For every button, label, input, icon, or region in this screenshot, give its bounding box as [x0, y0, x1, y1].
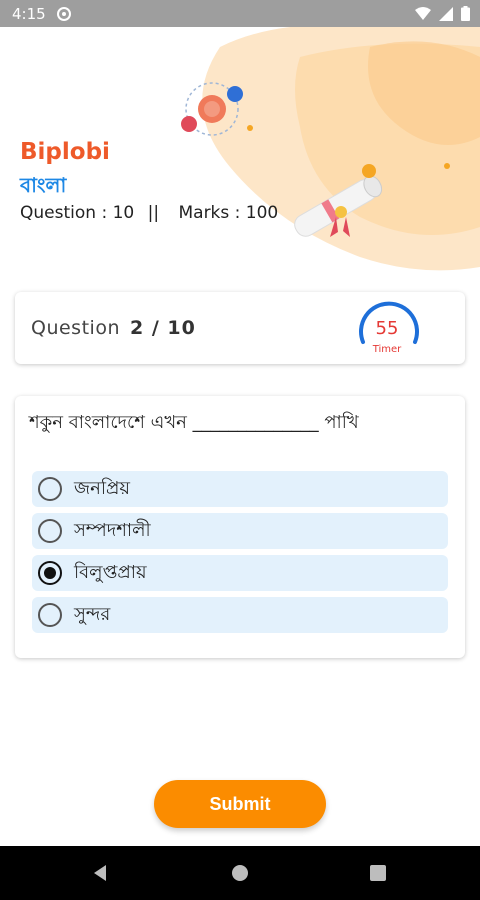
timer-value: 55 — [375, 318, 399, 339]
question-label: Question — [31, 317, 120, 339]
back-icon[interactable] — [90, 863, 110, 883]
recents-icon[interactable] — [368, 863, 388, 883]
quiz-subject: বাংলা — [20, 173, 67, 197]
quiz-meta: Question : 10 || Marks : 100 — [20, 203, 286, 223]
status-time: 4:15 — [12, 4, 46, 23]
radio-unchecked-icon[interactable] — [38, 603, 62, 627]
submit-button[interactable]: Submit — [154, 780, 326, 828]
sync-icon — [56, 6, 71, 21]
wifi-icon — [415, 6, 431, 20]
quiz-title: Biplobi — [20, 139, 110, 165]
radio-checked-icon[interactable] — [38, 561, 62, 585]
radio-unchecked-icon[interactable] — [38, 519, 62, 543]
battery-icon — [461, 6, 470, 21]
status-bar: 4:15 — [0, 0, 480, 27]
option-4[interactable]: সুন্দর — [32, 597, 448, 633]
home-icon[interactable] — [230, 863, 250, 883]
option-label: সুন্দর — [74, 603, 111, 625]
option-1[interactable]: জনপ্রিয় — [32, 471, 448, 507]
timer: 55 Timer — [355, 298, 419, 362]
question-card: শকুন বাংলাদেশে এখন ______________ পাখি জ… — [15, 396, 465, 658]
total-marks: Marks : 100 — [178, 203, 279, 223]
header-illustration — [181, 27, 480, 271]
question-counter: 2 / 10 — [129, 317, 196, 339]
question-progress-card: Question 2 / 10 55 Timer — [15, 292, 465, 364]
timer-label: Timer — [372, 344, 402, 355]
option-3[interactable]: বিলুপ্তপ্রায় — [32, 555, 448, 591]
signal-icon — [439, 6, 453, 21]
radio-unchecked-icon[interactable] — [38, 477, 62, 501]
navigation-bar — [0, 846, 480, 900]
meta-separator: || — [147, 203, 160, 223]
option-label: সম্পদশালী — [74, 519, 151, 541]
option-2[interactable]: সম্পদশালী — [32, 513, 448, 549]
question-total: Question : 10 — [20, 203, 135, 223]
question-text: শকুন বাংলাদেশে এখন ______________ পাখি — [29, 412, 359, 433]
option-label: জনপ্রিয় — [74, 477, 131, 499]
option-label: বিলুপ্তপ্রায় — [74, 561, 147, 583]
